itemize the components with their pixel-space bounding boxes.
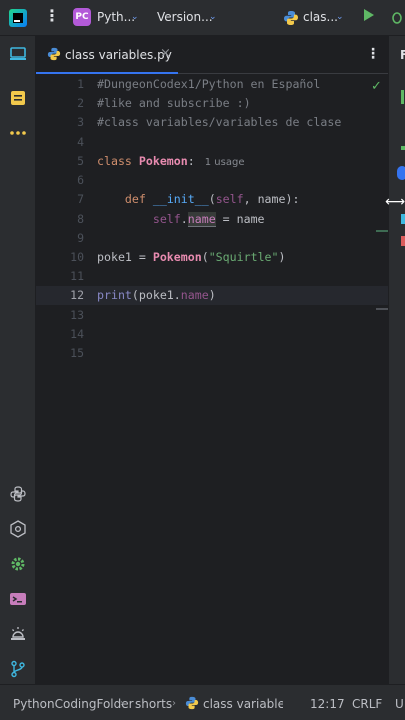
code-line-10: poke1 = Pokemon("Squirtle") xyxy=(97,248,286,267)
main-menu-button[interactable]: ⋮ xyxy=(44,6,60,25)
line-number: 7 xyxy=(77,192,84,206)
right-panel-label[interactable]: F xyxy=(400,48,405,62)
marker-icon xyxy=(401,90,404,104)
function-name: __init__ xyxy=(152,192,209,206)
close-icon[interactable]: × xyxy=(160,46,171,61)
code-line-5: class Pokemon: 1 usage xyxy=(97,152,244,171)
structure-icon[interactable] xyxy=(9,89,27,107)
project-folder-icon[interactable] xyxy=(9,45,27,63)
run-icon[interactable] xyxy=(364,9,374,21)
marker-icon xyxy=(401,214,405,224)
code-editor[interactable]: 1 2 3 4 5 6 7 8 9 10 11 12 13 14 15 #Dun… xyxy=(36,74,388,684)
variable: poke1 = xyxy=(97,250,153,264)
parameters: , name): xyxy=(243,192,300,206)
line-number: 10 xyxy=(70,250,84,264)
chevron-down-icon[interactable]: ⌄ xyxy=(131,12,139,22)
class-name: Pokemon xyxy=(152,250,202,264)
resize-cursor-icon: ⟷ xyxy=(385,194,405,210)
terminal-icon[interactable] xyxy=(9,590,27,608)
line-number: 9 xyxy=(77,231,84,245)
keyword: def xyxy=(124,192,146,206)
project-badge[interactable]: PC xyxy=(73,8,91,26)
line-number: 1 xyxy=(77,77,84,91)
line-ending[interactable]: CRLF xyxy=(352,697,382,711)
punctuation: ( xyxy=(201,250,209,264)
punctuation: . xyxy=(180,212,188,226)
code-line-7: def __init__(self, name): xyxy=(97,190,300,209)
line-number: 4 xyxy=(77,135,84,149)
self-keyword: self xyxy=(215,192,244,206)
keyword: class xyxy=(97,154,132,168)
status-bar: PythonCodingFolder › shorts › class vari… xyxy=(0,684,405,720)
python-console-icon[interactable] xyxy=(9,485,27,503)
chevron-down-icon[interactable]: ⌄ xyxy=(209,12,217,22)
code-line-3: #class variables/variables de clase xyxy=(97,113,341,132)
breadcrumb-separator: › xyxy=(120,698,124,709)
comment: #DungeonCodex1/Python en Español xyxy=(97,77,321,91)
builtin-function: print xyxy=(97,288,132,302)
punctuation: ( xyxy=(208,192,216,206)
breadcrumb-separator: › xyxy=(172,698,176,709)
attribute-highlight: name xyxy=(187,212,216,227)
usage-hint[interactable]: 1 usage xyxy=(205,157,245,168)
line-number-current: 12 xyxy=(70,288,84,302)
punctuation: ) xyxy=(208,288,216,302)
assignment: = name xyxy=(215,212,265,226)
line-number: 3 xyxy=(77,115,84,129)
comment: #like and subscribe :) xyxy=(97,96,251,110)
chevron-down-icon[interactable]: ⌄ xyxy=(336,12,344,22)
pycharm-logo-icon[interactable] xyxy=(9,9,27,27)
self-keyword: self xyxy=(152,212,181,226)
breadcrumb-folder[interactable]: shorts xyxy=(135,697,172,711)
code-line-1: #DungeonCodex1/Python en Español xyxy=(97,75,320,94)
marker-icon xyxy=(401,236,405,246)
class-name: Pokemon xyxy=(138,154,188,168)
python-packages-icon[interactable] xyxy=(9,520,27,538)
python-file-icon xyxy=(47,47,61,61)
problems-icon[interactable] xyxy=(9,625,27,643)
more-tools-icon[interactable] xyxy=(9,124,27,142)
project-selector[interactable]: Pyth... xyxy=(97,10,135,24)
scroll-marker[interactable] xyxy=(376,230,388,232)
line-number: 14 xyxy=(70,327,84,341)
attribute: name xyxy=(180,288,209,302)
line-number: 8 xyxy=(77,212,84,226)
services-gear-icon[interactable] xyxy=(9,555,27,573)
file-encoding[interactable]: U xyxy=(395,697,404,711)
punctuation: : xyxy=(187,154,195,168)
marker-icon xyxy=(401,146,405,150)
main-toolbar: ⋮ PC Pyth... ⌄ Version... ⌄ clas... ⌄ xyxy=(0,0,405,36)
line-number: 5 xyxy=(77,154,84,168)
breadcrumb-project[interactable]: PythonCodingFolder xyxy=(13,697,134,711)
tab-label: class variables.py xyxy=(65,48,172,62)
scroll-marker[interactable] xyxy=(376,308,388,310)
left-tool-sidebar xyxy=(0,36,36,684)
line-number: 11 xyxy=(70,269,84,283)
git-branch-icon[interactable] xyxy=(9,660,27,678)
tab-class-variables[interactable]: class variables.py × xyxy=(36,36,178,74)
right-tool-strip: F xyxy=(388,36,405,684)
check-icon[interactable]: ✓ xyxy=(371,79,382,94)
vcs-selector[interactable]: Version... xyxy=(157,10,213,24)
string-literal: "Squirtle" xyxy=(208,250,279,264)
python-file-icon xyxy=(185,696,199,710)
argument: (poke1. xyxy=(131,288,181,302)
line-number: 6 xyxy=(77,173,84,187)
breadcrumb-file[interactable]: class variables.p xyxy=(203,697,283,711)
code-line-8: self.name = name xyxy=(97,210,265,229)
python-icon xyxy=(284,11,298,25)
editor-tab-bar: class variables.py × ⋮ xyxy=(36,36,388,74)
code-line-12: print(poke1.name) xyxy=(97,286,216,305)
line-number: 2 xyxy=(77,96,84,110)
line-number: 15 xyxy=(70,346,84,360)
tab-options-button[interactable]: ⋮ xyxy=(366,46,380,62)
code-line-2: #like and subscribe :) xyxy=(97,94,251,113)
comment: #class variables/variables de clase xyxy=(97,115,342,129)
punctuation: ) xyxy=(278,250,286,264)
marker-icon xyxy=(397,166,405,180)
debug-icon[interactable] xyxy=(389,9,405,25)
cursor-position[interactable]: 12:17 xyxy=(310,697,345,711)
run-configuration-selector[interactable]: clas... xyxy=(303,10,338,24)
line-number: 13 xyxy=(70,308,84,322)
